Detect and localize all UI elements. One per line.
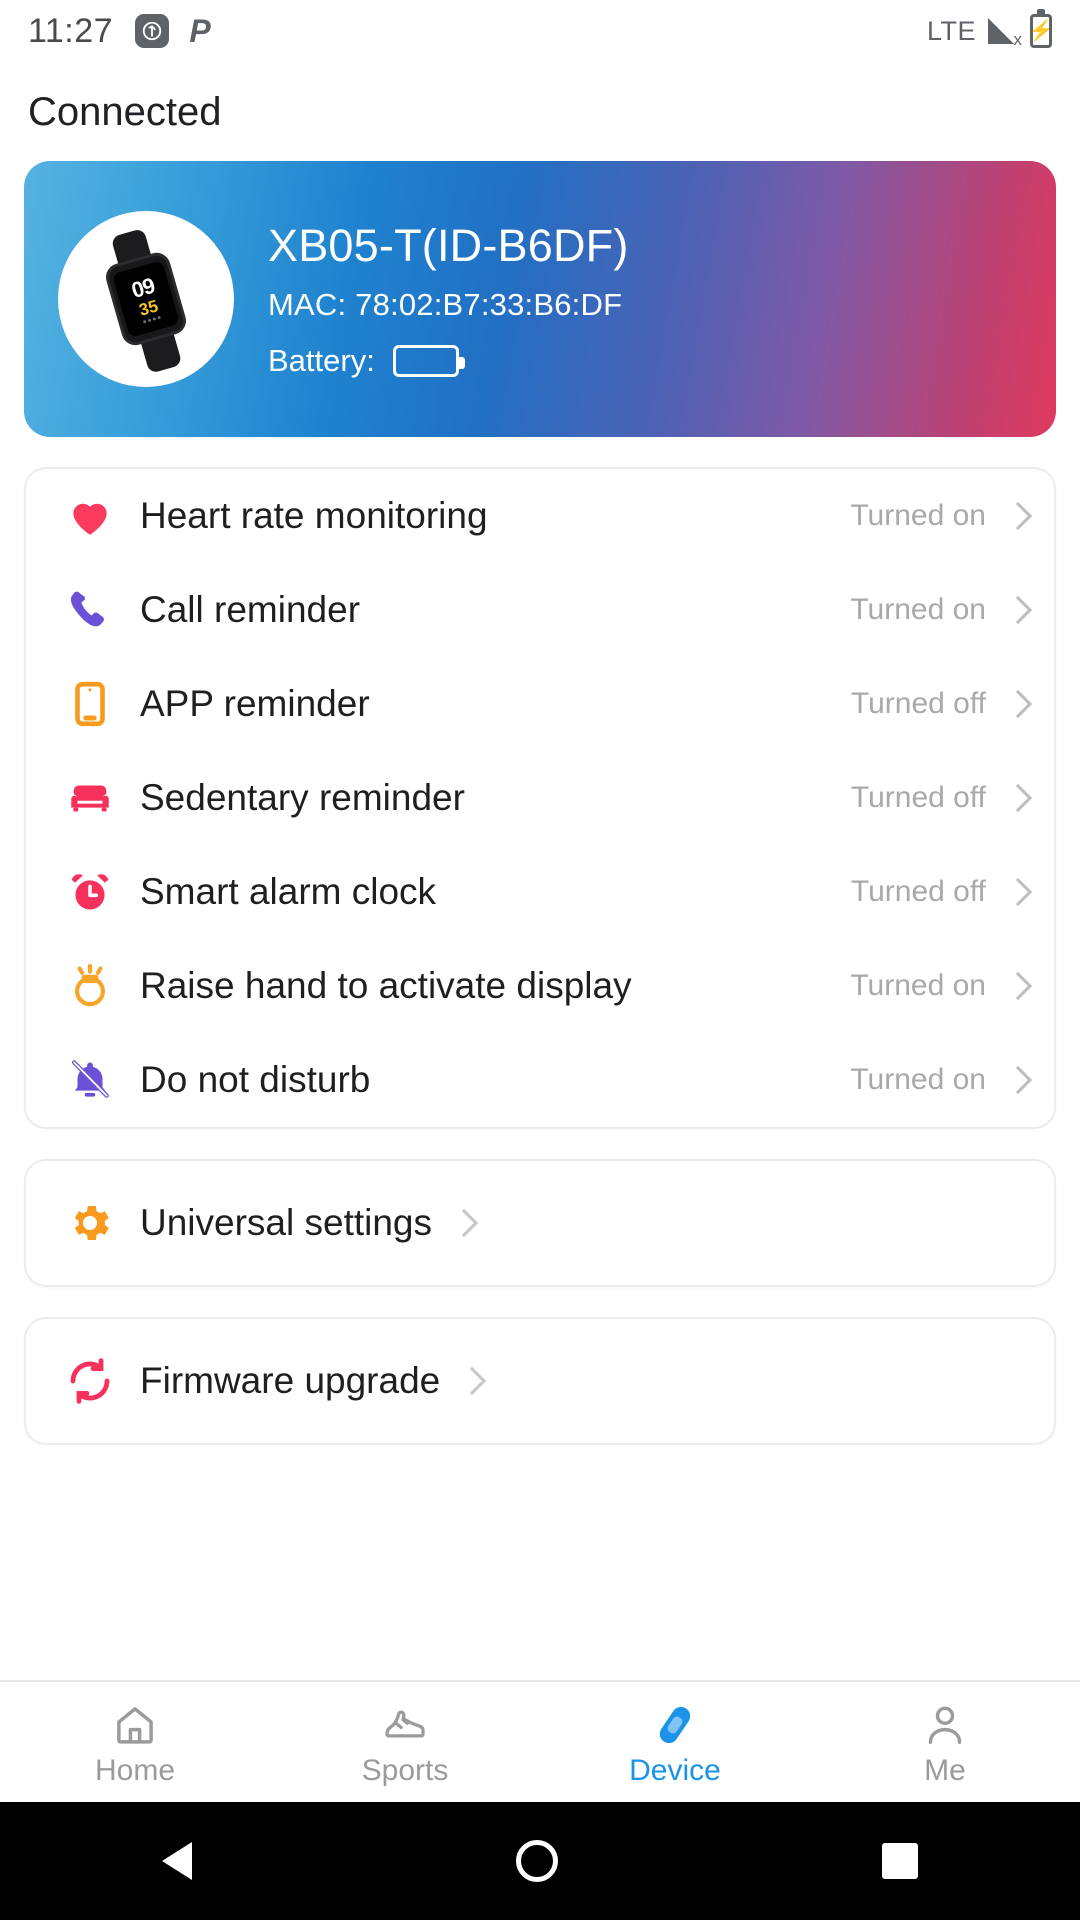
- settings-row-label: Smart alarm clock: [140, 871, 437, 912]
- chevron-right-icon: [1004, 1067, 1030, 1093]
- firmware-upgrade-row[interactable]: Firmware upgrade: [26, 1319, 1054, 1443]
- shoe-icon: [382, 1696, 428, 1748]
- settings-row[interactable]: Smart alarm clock Turned off: [26, 845, 1054, 939]
- mobile-phone-icon: [62, 676, 118, 732]
- settings-row[interactable]: Do not disturb Turned on: [26, 1033, 1054, 1127]
- sofa-icon: [62, 770, 118, 826]
- music-app-icon: [135, 14, 170, 48]
- status-bar-system-icons: LTE x ⚡: [926, 9, 1053, 49]
- universal-settings-card: Universal settings: [24, 1159, 1056, 1287]
- nav-item-home[interactable]: Home: [0, 1696, 270, 1788]
- chevron-right-icon: [1004, 879, 1030, 905]
- settings-row-status: Turned off: [850, 875, 986, 908]
- settings-row-status: Turned on: [850, 969, 986, 1002]
- raise-wrist-icon: [62, 958, 118, 1014]
- device-mac-label: MAC:: [268, 286, 347, 322]
- app-screen: 11:27 P LTE x ⚡ Connected 09 35 XB05-T(I…: [0, 0, 1080, 1920]
- signal-no-data-icon: x: [986, 16, 1022, 49]
- home-icon: [112, 1696, 158, 1748]
- settings-list-card: Heart rate monitoring Turned on Call remin…: [24, 467, 1056, 1129]
- band-icon: [652, 1696, 698, 1748]
- android-navigation-bar: [0, 1802, 1080, 1920]
- chevron-right-icon: [1004, 785, 1030, 811]
- device-mac: MAC: 78:02:B7:33:B6:DF: [268, 287, 629, 323]
- bell-off-icon: [62, 1052, 118, 1108]
- network-type-label: LTE: [926, 15, 976, 46]
- firmware-upgrade-label: Firmware upgrade: [140, 1360, 441, 1401]
- nav-item-me[interactable]: Me: [810, 1696, 1080, 1788]
- gear-icon: [62, 1195, 118, 1251]
- settings-row-label: Call reminder: [140, 589, 361, 630]
- settings-row-label: Raise hand to activate display: [140, 965, 632, 1006]
- firmware-upgrade-card: Firmware upgrade: [24, 1317, 1056, 1445]
- universal-settings-row[interactable]: Universal settings: [26, 1161, 1054, 1285]
- settings-row-label: Heart rate monitoring: [140, 495, 488, 536]
- settings-row-status: Turned on: [850, 1063, 986, 1096]
- back-triangle-icon[interactable]: [162, 1842, 192, 1880]
- page-title: Connected: [28, 90, 222, 134]
- device-battery-icon: [392, 344, 465, 377]
- bottom-navigation: Home Sports Device Me: [0, 1680, 1080, 1802]
- settings-row-status: Turned off: [850, 781, 986, 814]
- p-app-icon: P: [189, 12, 211, 49]
- refresh-sync-icon: [62, 1353, 118, 1409]
- settings-row-status: Turned on: [850, 499, 986, 532]
- device-mac-value: 78:02:B7:33:B6:DF: [355, 286, 623, 322]
- settings-row[interactable]: Heart rate monitoring Turned on: [26, 469, 1054, 563]
- settings-row-label: Do not disturb: [140, 1059, 371, 1100]
- heart-icon: [62, 488, 118, 544]
- chevron-right-icon: [1004, 597, 1030, 623]
- device-name: XB05-T(ID-B6DF): [268, 219, 629, 271]
- settings-row-status: Turned on: [850, 593, 986, 626]
- chevron-right-icon: [458, 1368, 484, 1394]
- nav-item-sports[interactable]: Sports: [270, 1696, 540, 1788]
- chevron-right-icon: [1004, 973, 1030, 999]
- person-icon: [922, 1696, 968, 1748]
- phone-call-icon: [62, 582, 118, 638]
- settings-row[interactable]: APP reminder Turned off: [26, 657, 1054, 751]
- alarm-clock-icon: [62, 864, 118, 920]
- settings-row[interactable]: Call reminder Turned on: [26, 563, 1054, 657]
- battery-charging-icon: ⚡: [1029, 9, 1053, 48]
- device-image: 09 35: [58, 211, 234, 387]
- status-bar-notification-icons: P: [135, 12, 217, 49]
- nav-item-label: Device: [629, 1754, 721, 1787]
- status-bar-clock: 11:27: [28, 11, 114, 50]
- home-circle-icon[interactable]: [516, 1840, 558, 1882]
- settings-row-label: APP reminder: [140, 683, 370, 724]
- smart-watch-photo: 09 35: [58, 211, 234, 387]
- device-card[interactable]: 09 35 XB05-T(ID-B6DF) MAC: 78:02:B7:33:B…: [24, 161, 1056, 437]
- settings-row-status: Turned off: [850, 687, 986, 720]
- chevron-right-icon: [1004, 503, 1030, 529]
- device-info: XB05-T(ID-B6DF) MAC: 78:02:B7:33:B6:DF B…: [268, 220, 629, 379]
- nav-item-label: Me: [924, 1754, 966, 1787]
- nav-item-device[interactable]: Device: [540, 1696, 810, 1788]
- device-battery-label: Battery:: [268, 342, 375, 378]
- settings-row-label: Sedentary reminder: [140, 777, 465, 818]
- recents-square-icon[interactable]: [882, 1843, 918, 1879]
- settings-row[interactable]: Raise hand to activate display Turned on: [26, 939, 1054, 1033]
- device-battery: Battery:: [268, 343, 629, 379]
- settings-row[interactable]: Sedentary reminder Turned off: [26, 751, 1054, 845]
- nav-item-label: Home: [94, 1754, 176, 1787]
- nav-item-label: Sports: [361, 1754, 449, 1787]
- chevron-right-icon: [1004, 691, 1030, 717]
- universal-settings-label: Universal settings: [140, 1202, 433, 1243]
- status-bar: 11:27 P LTE x ⚡: [0, 0, 1080, 62]
- chevron-right-icon: [450, 1210, 476, 1236]
